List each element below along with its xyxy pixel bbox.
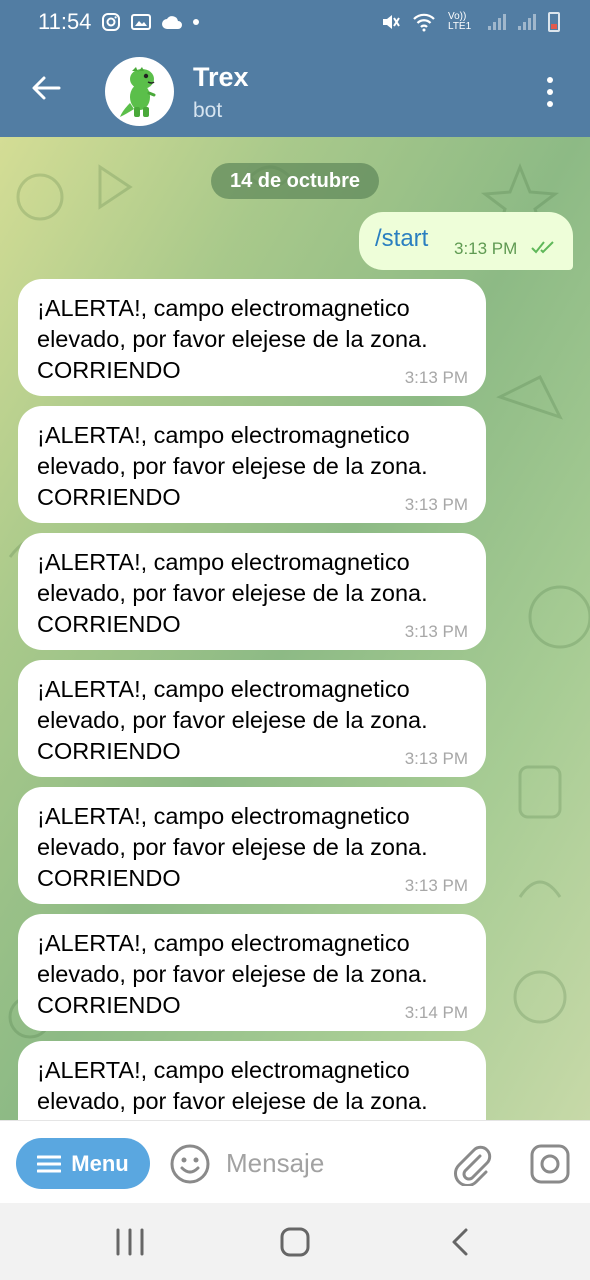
system-nav-bar [0, 1203, 590, 1280]
message-time: 3:13 PM [404, 749, 468, 768]
status-time: 11:54 [38, 9, 92, 34]
chat-subtitle: bot [193, 99, 223, 122]
home-icon[interactable] [273, 1225, 317, 1259]
notification-dot [193, 19, 200, 25]
top-bar: 11:54 Vo)) LTE1 Trex bot [0, 0, 590, 137]
incoming-message[interactable]: ¡ALERTA!, campo electromagnetico elevado… [18, 914, 486, 1031]
incoming-message[interactable]: ¡ALERTA!, campo electromagnetico elevado… [18, 660, 486, 777]
gallery-icon [131, 14, 152, 30]
incoming-message[interactable]: ¡ALERTA!, campo electromagnetico elevado… [18, 279, 486, 396]
signal-icon-2 [518, 14, 536, 30]
message-time: 3:13 PM [454, 239, 518, 258]
network-label: Vo)) LTE1 [448, 11, 472, 32]
message-time: 3:13 PM [404, 622, 468, 641]
signal-icon-1 [488, 14, 506, 30]
message-time: 3:14 PM [404, 1003, 468, 1022]
message-time: 3:13 PM [404, 876, 468, 895]
avatar[interactable] [105, 57, 174, 126]
message-input[interactable] [226, 1143, 436, 1183]
chat-area[interactable]: 14 de octubre /start 3:13 PM ¡ALERTA!, c… [0, 137, 590, 1120]
date-separator: 14 de octubre [211, 163, 379, 199]
message-time: 3:13 PM [404, 368, 468, 387]
arrow-left-icon [32, 76, 61, 100]
incoming-message[interactable]: ¡ALERTA!, campo electromagnetico elevado… [18, 1041, 486, 1120]
cloud-icon [162, 16, 183, 29]
menu-button[interactable]: Menu [16, 1138, 150, 1189]
chat-title[interactable]: Trex [193, 62, 249, 93]
instagram-icon [102, 13, 121, 31]
mute-icon [383, 15, 400, 29]
app-bar: Trex bot [0, 44, 590, 137]
more-dot [547, 89, 553, 95]
double-check-icon [531, 241, 554, 254]
nav-back-icon[interactable] [440, 1225, 480, 1259]
message-text: ¡ALERTA!, campo electromagnetico elevado… [37, 1057, 428, 1114]
battery-icon [548, 12, 560, 32]
status-bar: 11:54 Vo)) LTE1 [0, 0, 590, 44]
message-time: 3:13 PM [404, 495, 468, 514]
status-left: 11:54 [38, 9, 200, 35]
outgoing-message[interactable]: /start 3:13 PM [359, 212, 573, 270]
command-link[interactable]: /start [375, 225, 428, 253]
dinosaur-icon [119, 66, 155, 117]
wifi-icon [413, 13, 435, 32]
more-dot [547, 101, 553, 107]
status-right: Vo)) LTE1 [380, 12, 560, 32]
incoming-message[interactable]: ¡ALERTA!, campo electromagnetico elevado… [18, 787, 486, 904]
menu-button-label: Menu [71, 1150, 129, 1176]
back-button[interactable] [22, 64, 70, 112]
message-composer: Menu [0, 1120, 590, 1203]
camera-icon[interactable] [528, 1142, 572, 1186]
more-options-button[interactable] [532, 68, 568, 116]
incoming-message[interactable]: ¡ALERTA!, campo electromagnetico elevado… [18, 406, 486, 523]
recent-apps-icon[interactable] [108, 1227, 152, 1257]
paperclip-icon[interactable] [450, 1142, 494, 1186]
more-vertical-icon [547, 77, 553, 83]
incoming-message[interactable]: ¡ALERTA!, campo electromagnetico elevado… [18, 533, 486, 650]
emoji-icon[interactable] [168, 1142, 212, 1186]
hamburger-icon [37, 1155, 62, 1172]
